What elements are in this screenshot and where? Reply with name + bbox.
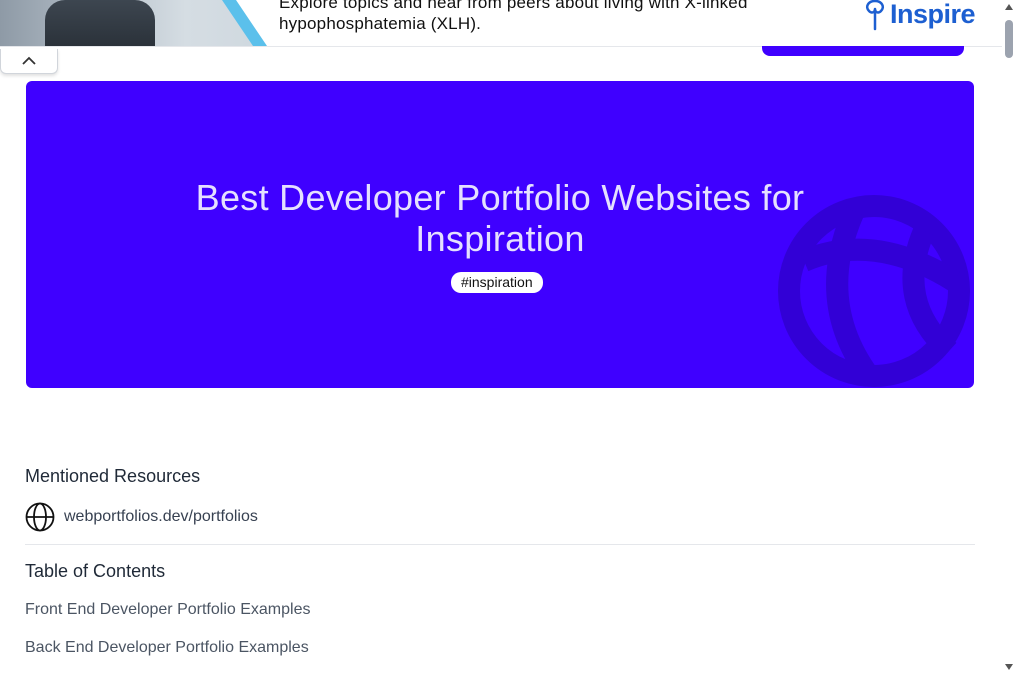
divider [25,544,975,545]
scroll-down-arrow-icon[interactable] [1005,664,1013,670]
ad-person-image [45,0,155,46]
ad-text-line2: hypophosphatemia (XLH). [279,14,482,33]
tag-badge[interactable]: #inspiration [451,272,543,293]
ad-logo[interactable]: Inspire [862,0,976,32]
globe-icon [25,502,55,532]
ad-text-line1: Explore topics and hear from peers about… [279,0,748,12]
toc-heading: Table of Contents [25,561,166,581]
ad-logo-text: Inspire [890,0,976,29]
ad-text[interactable]: Explore topics and hear from peers about… [279,0,839,34]
header-cta-button[interactable] [762,46,964,56]
hero-banner: Best Developer Portfolio Websites for In… [26,81,974,388]
toc-link-back-end[interactable]: Back End Developer Portfolio Examples [25,639,309,657]
page-title-line2: Inspiration [415,218,585,259]
toc-link-front-end[interactable]: Front End Developer Portfolio Examples [25,601,310,619]
page-title-line1: Best Developer Portfolio Websites for [195,177,805,218]
resource-link-label: webportfolios.dev/portfolios [64,508,258,525]
scroll-up-arrow-icon[interactable] [1005,4,1013,10]
resources-heading: Mentioned Resources [25,466,201,486]
resource-link[interactable]: webportfolios.dev/portfolios [25,502,258,532]
scrollbar-thumb[interactable] [1005,20,1013,58]
page-title: Best Developer Portfolio Websites for In… [26,177,974,259]
chevron-up-icon [22,56,36,65]
collapse-ad-button[interactable] [0,49,58,74]
ad-banner[interactable]: Explore topics and hear from peers about… [0,0,1002,47]
inspire-logo-icon [866,0,884,31]
scrollbar[interactable] [1002,0,1015,676]
